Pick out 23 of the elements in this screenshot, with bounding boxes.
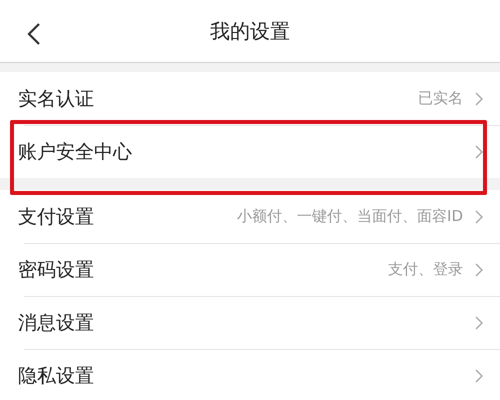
row-label: 账户安全中心: [18, 140, 133, 164]
row-label: 实名认证: [18, 86, 95, 112]
settings-row[interactable]: 密码设置 支付、登录: [0, 243, 500, 296]
row-label: 密码设置: [18, 258, 95, 282]
page-title: 我的设置: [210, 18, 290, 44]
chevron-icon: [475, 144, 483, 158]
chevron-icon: [475, 316, 483, 330]
row-value: 支付、登录: [388, 260, 463, 279]
row-value: 已实名: [418, 89, 463, 108]
chevron-icon: [475, 368, 483, 382]
settings-row[interactable]: 实名认证 已实名: [0, 72, 500, 125]
back-icon[interactable]: [27, 22, 41, 46]
chevron-icon: [475, 92, 483, 106]
row-label: 消息设置: [18, 310, 95, 336]
settings-row[interactable]: 消息设置: [0, 296, 500, 349]
chevron-icon: [475, 262, 483, 276]
chevron-icon: [475, 210, 483, 224]
settings-row[interactable]: 账户安全中心: [0, 125, 500, 178]
settings-row[interactable]: 隐私设置: [0, 349, 500, 400]
settings-row[interactable]: 支付设置 小额付、一键付、当面付、面容ID: [0, 190, 500, 243]
row-value: 小额付、一键付、当面付、面容ID: [237, 207, 463, 226]
row-label: 支付设置: [18, 204, 95, 230]
row-label: 隐私设置: [18, 364, 95, 388]
